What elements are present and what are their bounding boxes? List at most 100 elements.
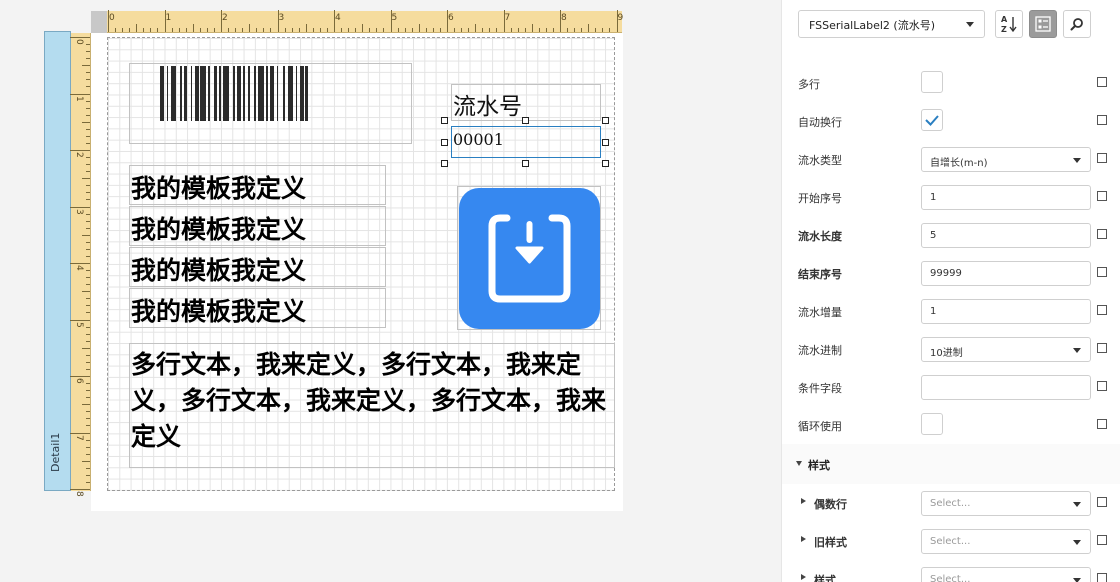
chevron-right-icon[interactable] [801, 536, 806, 542]
ruler-tick [122, 28, 124, 32]
property-input[interactable]: 99999 [921, 261, 1091, 286]
ruler-tick [312, 28, 314, 32]
ruler-tick [326, 28, 328, 32]
property-menu-button[interactable] [1097, 267, 1107, 277]
template-label-4[interactable]: 我的模板我定义 [129, 288, 386, 328]
resize-handle-s[interactable] [522, 160, 529, 167]
sort-alphabetical-button[interactable]: A Z [995, 10, 1023, 38]
resize-handle-e[interactable] [602, 139, 609, 146]
property-menu-button[interactable] [1097, 381, 1107, 391]
resize-handle-ne[interactable] [602, 117, 609, 124]
ruler-tick [70, 263, 90, 264]
ruler-tick [348, 28, 350, 32]
style-select[interactable]: Select... [921, 491, 1091, 516]
property-row: 循环使用 [782, 406, 1120, 444]
property-menu-button[interactable] [1097, 229, 1107, 239]
property-row: 多行 [782, 64, 1120, 102]
chevron-down-icon [1073, 502, 1081, 507]
ruler-tick [305, 24, 307, 32]
ruler-tick [86, 368, 90, 370]
ruler-tick [70, 319, 90, 321]
ruler-tick [545, 28, 547, 32]
template-label-1[interactable]: 我的模板我定义 [129, 165, 386, 205]
property-menu-button[interactable] [1097, 573, 1107, 582]
resize-handle-n[interactable] [522, 117, 529, 124]
ruler-tick [164, 10, 166, 32]
ruler-tick [418, 24, 420, 32]
property-menu-button[interactable] [1097, 77, 1107, 87]
resize-handle-se[interactable] [602, 160, 609, 167]
style-select[interactable]: Select... [921, 567, 1091, 582]
property-row: 结束序号 99999 [782, 254, 1120, 292]
chevron-down-icon [1073, 578, 1081, 582]
property-menu-button[interactable] [1097, 115, 1107, 125]
component-select[interactable]: FSSerialLabel2 (流水号) [798, 10, 985, 38]
style-select[interactable]: Select... [921, 529, 1091, 554]
ruler-tick [86, 58, 90, 60]
barcode-element[interactable] [129, 63, 412, 144]
property-label: 结束序号 [798, 268, 842, 281]
barcode-bars [160, 66, 385, 121]
chevron-right-icon[interactable] [801, 498, 806, 504]
property-menu-button[interactable] [1097, 419, 1107, 429]
chevron-down-icon [796, 461, 802, 466]
property-label: 旧样式 [814, 536, 847, 549]
search-button[interactable] [1063, 10, 1091, 38]
template-label-2[interactable]: 我的模板我定义 [129, 206, 386, 246]
property-menu-button[interactable] [1097, 305, 1107, 315]
properties-panel: FSSerialLabel2 (流水号) A Z 多行 自动换行 流水类型 自增… [781, 0, 1120, 582]
property-row: 流水类型 自增长(m-n) [782, 140, 1120, 178]
resize-handle-sw[interactable] [441, 160, 448, 167]
ruler-tick [86, 446, 90, 448]
image-element[interactable] [457, 186, 601, 330]
serial-label-element[interactable]: 00001 [451, 126, 601, 158]
property-row: 流水进制 10进制 [782, 330, 1120, 368]
ruler-tick [482, 28, 484, 32]
ruler-tick [86, 192, 90, 194]
ruler-tick [270, 28, 272, 32]
chevron-right-icon[interactable] [801, 574, 806, 580]
serial-caption-label[interactable]: 流水号 [451, 84, 601, 121]
property-menu-button[interactable] [1097, 191, 1107, 201]
ruler-tick [277, 10, 279, 32]
style-section-header[interactable]: 样式 [782, 444, 1120, 484]
ruler-tick [86, 425, 90, 427]
ruler-tick [70, 37, 90, 38]
categorize-icon [1035, 16, 1051, 32]
categorize-button[interactable] [1029, 10, 1057, 38]
resize-handle-w[interactable] [441, 139, 448, 146]
property-input[interactable]: 1 [921, 299, 1091, 324]
ruler-tick [334, 10, 335, 32]
ruler-number: 0 [109, 13, 115, 23]
property-checkbox[interactable] [921, 413, 943, 435]
ruler-tick [86, 241, 90, 243]
property-select[interactable]: 10进制 [921, 337, 1091, 362]
property-label: 自动换行 [798, 116, 842, 129]
multiline-text-element[interactable]: 多行文本，我来定义，多行文本，我来定义，多行文本，我来定义，多行文本，我来定义 [129, 343, 615, 468]
property-menu-button[interactable] [1097, 153, 1107, 163]
property-checkbox[interactable] [921, 109, 943, 131]
template-text: 我的模板我定义 [131, 297, 307, 326]
horizontal-ruler: 0 1 2 3 4 5 6 7 8 9 [91, 10, 623, 33]
ruler-tick [595, 28, 597, 32]
property-menu-button[interactable] [1097, 535, 1107, 545]
serial-caption-text: 流水号 [453, 94, 522, 120]
section-title: 样式 [808, 459, 830, 472]
detail-band-header[interactable]: Detail1 [44, 31, 71, 491]
property-menu-button[interactable] [1097, 497, 1107, 507]
ruler-tick [86, 114, 90, 116]
property-input[interactable]: 1 [921, 185, 1091, 210]
property-input[interactable]: 5 [921, 223, 1091, 248]
property-select[interactable]: 自增长(m-n) [921, 147, 1091, 172]
ruler-tick [86, 86, 90, 88]
ruler-number: 3 [278, 13, 285, 23]
ruler-tick [86, 157, 90, 159]
property-input[interactable] [921, 375, 1091, 400]
ruler-tick [86, 312, 90, 314]
property-checkbox[interactable] [921, 71, 943, 93]
ruler-tick [235, 28, 237, 32]
template-label-3[interactable]: 我的模板我定义 [129, 247, 386, 287]
resize-handle-nw[interactable] [441, 117, 448, 124]
ruler-tick [86, 277, 90, 279]
property-menu-button[interactable] [1097, 343, 1107, 353]
